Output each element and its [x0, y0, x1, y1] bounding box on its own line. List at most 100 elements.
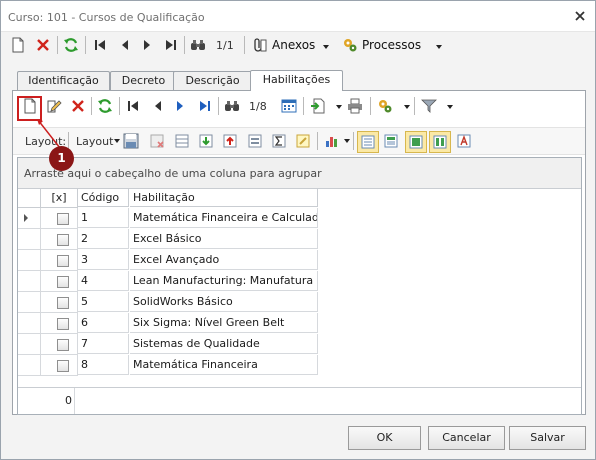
header-habilitacao-column[interactable]: Habilitação: [130, 189, 318, 207]
tab-descricao[interactable]: Descrição: [173, 71, 252, 90]
filter-icon[interactable]: [421, 98, 437, 114]
title-bar: Curso: 101 - Cursos de Qualificação: [1, 1, 595, 32]
refresh-grid-icon[interactable]: [97, 98, 113, 114]
view-columns-icon[interactable]: [405, 131, 427, 153]
row-select-cell: [41, 229, 78, 250]
chart-icon[interactable]: [324, 133, 340, 149]
row-habilitacao-cell[interactable]: SolidWorks Básico: [130, 292, 318, 312]
save-button[interactable]: Salvar: [509, 426, 586, 450]
row-habilitacao-cell[interactable]: Lean Manufacturing: Manufatura E...: [130, 271, 318, 291]
binoculars-icon[interactable]: [224, 98, 240, 114]
ok-button[interactable]: OK: [348, 426, 421, 450]
table-row[interactable]: 5 SolidWorks Básico: [18, 292, 581, 313]
new-document-icon[interactable]: [10, 37, 26, 53]
view-grid-icon[interactable]: [383, 133, 399, 149]
delete-icon[interactable]: [35, 37, 51, 53]
table-row[interactable]: 3 Excel Avançado: [18, 250, 581, 271]
last-row-icon[interactable]: [197, 98, 213, 114]
row-checkbox[interactable]: [57, 339, 69, 351]
table-format-icon[interactable]: [247, 133, 263, 149]
annexes-dropdown-arrow[interactable]: [323, 45, 329, 49]
layout-dropdown-arrow[interactable]: [114, 139, 120, 143]
row-codigo-cell[interactable]: 2: [78, 229, 129, 249]
separator: [414, 97, 415, 115]
header-codigo-column[interactable]: Código: [78, 189, 129, 207]
row-habilitacao-cell[interactable]: Matemática Financeira e Calculador...: [130, 208, 318, 228]
processes-dropdown-arrow[interactable]: [436, 45, 442, 49]
delete-layout-icon[interactable]: [149, 133, 165, 149]
calendar-icon[interactable]: [281, 98, 297, 114]
save-layout-icon[interactable]: [123, 133, 139, 149]
tab-habilitacoes[interactable]: Habilitações: [250, 70, 343, 91]
font-icon[interactable]: [456, 133, 472, 149]
table-row[interactable]: 2 Excel Básico: [18, 229, 581, 250]
row-codigo-cell[interactable]: 6: [78, 313, 129, 333]
next-row-icon[interactable]: [172, 98, 188, 114]
processes-gear-icon[interactable]: [377, 98, 393, 114]
processes-button[interactable]: Processos: [362, 38, 421, 52]
first-record-icon[interactable]: [92, 37, 108, 53]
print-icon[interactable]: [347, 98, 363, 114]
header-select-column[interactable]: [x]: [41, 189, 78, 208]
tab-identificacao[interactable]: Identificação: [17, 71, 110, 90]
row-codigo-cell[interactable]: 3: [78, 250, 129, 270]
refresh-icon[interactable]: [63, 37, 79, 53]
tab-decreto[interactable]: Decreto: [110, 71, 177, 90]
row-habilitacao-cell[interactable]: Sistemas de Qualidade: [130, 334, 318, 354]
habilitacoes-panel: 1/8 Layout: Layout Arraste aqui o cabeça…: [12, 90, 586, 415]
row-checkbox[interactable]: [57, 255, 69, 267]
next-record-icon[interactable]: [139, 37, 155, 53]
table-row[interactable]: 4 Lean Manufacturing: Manufatura E...: [18, 271, 581, 292]
annexes-button[interactable]: Anexos: [272, 38, 315, 52]
binoculars-icon[interactable]: [190, 37, 206, 53]
view-form-icon[interactable]: [357, 131, 379, 153]
chart-dropdown-arrow[interactable]: [344, 139, 350, 143]
grid-header: [x] Código Habilitação: [18, 189, 581, 208]
grid-columns-icon[interactable]: [174, 133, 190, 149]
row-codigo-cell[interactable]: 7: [78, 334, 129, 354]
row-habilitacao-cell[interactable]: Excel Básico: [130, 229, 318, 249]
delete-record-icon[interactable]: [70, 98, 86, 114]
row-habilitacao-cell[interactable]: Excel Avançado: [130, 250, 318, 270]
row-codigo-cell[interactable]: 1: [78, 208, 129, 228]
filter-dropdown-arrow[interactable]: [447, 105, 453, 109]
table-row[interactable]: 7 Sistemas de Qualidade: [18, 334, 581, 355]
row-checkbox[interactable]: [57, 297, 69, 309]
cancel-button[interactable]: Cancelar: [428, 426, 505, 450]
processes-dropdown-arrow[interactable]: [404, 105, 410, 109]
view-split-icon[interactable]: [429, 131, 451, 153]
group-by-panel[interactable]: Arraste aqui o cabeçalho de uma coluna p…: [18, 158, 581, 189]
row-codigo-cell[interactable]: 5: [78, 292, 129, 312]
row-checkbox[interactable]: [57, 360, 69, 372]
last-record-icon[interactable]: [163, 37, 179, 53]
edit-record-icon[interactable]: [46, 98, 62, 114]
row-indicator-cell: [18, 229, 41, 250]
row-checkbox[interactable]: [57, 213, 69, 225]
processes-gear-icon[interactable]: [342, 37, 358, 53]
row-codigo-cell[interactable]: 8: [78, 355, 129, 375]
export-green-icon[interactable]: [198, 133, 214, 149]
sum-icon[interactable]: [271, 133, 287, 149]
import-dropdown-arrow[interactable]: [336, 105, 342, 109]
export-red-icon[interactable]: [222, 133, 238, 149]
row-checkbox[interactable]: [57, 276, 69, 288]
import-icon[interactable]: [310, 98, 326, 114]
layout-dropdown[interactable]: Layout: [76, 135, 113, 148]
table-row[interactable]: 8 Matemática Financeira: [18, 355, 581, 376]
table-row[interactable]: 6 Six Sigma: Nível Green Belt: [18, 313, 581, 334]
first-row-icon[interactable]: [125, 98, 141, 114]
paperclip-icon[interactable]: [251, 37, 267, 53]
table-row[interactable]: 1Matemática Financeira e Calculador...: [18, 208, 581, 229]
row-checkbox[interactable]: [57, 318, 69, 330]
grid-toolbar: 1/8: [13, 91, 585, 119]
highlight-icon[interactable]: [295, 133, 311, 149]
row-checkbox[interactable]: [57, 234, 69, 246]
previous-row-icon[interactable]: [150, 98, 166, 114]
close-icon[interactable]: [573, 9, 587, 23]
previous-record-icon[interactable]: [117, 37, 133, 53]
separator: [370, 97, 371, 115]
row-codigo-cell[interactable]: 4: [78, 271, 129, 291]
row-select-cell: [41, 208, 78, 229]
row-habilitacao-cell[interactable]: Six Sigma: Nível Green Belt: [130, 313, 318, 333]
row-habilitacao-cell[interactable]: Matemática Financeira: [130, 355, 318, 375]
